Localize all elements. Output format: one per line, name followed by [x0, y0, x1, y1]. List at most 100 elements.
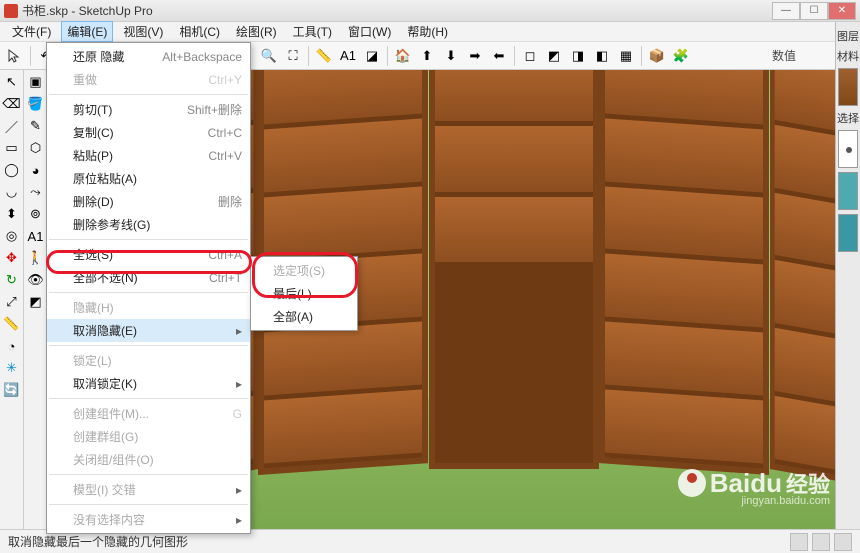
pager-icon[interactable]	[838, 130, 858, 168]
edit-menu-item[interactable]: 还原 隐藏Alt+Backspace	[47, 45, 250, 68]
menu-7[interactable]: 帮助(H)	[401, 21, 454, 42]
select-tool-icon[interactable]	[4, 45, 26, 67]
edit-menu-item[interactable]: 删除(D)删除	[47, 190, 250, 213]
edit-menu-item[interactable]: 取消锁定(K)▸	[47, 372, 250, 395]
titlebar: 书柜.skp - SketchUp Pro — ☐ ✕	[0, 0, 860, 22]
right-icon[interactable]: ➡	[464, 45, 486, 67]
layers-header[interactable]: 图层	[836, 26, 860, 46]
freehand-icon[interactable]: ✎	[26, 116, 46, 136]
style4-icon[interactable]: ◧	[591, 45, 613, 67]
material-swatch-1[interactable]	[838, 172, 858, 210]
look-icon[interactable]: 👁	[26, 270, 46, 290]
section2-icon[interactable]: ◩	[26, 292, 46, 312]
orbit2-icon[interactable]: 🔄	[2, 380, 22, 400]
measurements-label: 数值	[772, 47, 796, 64]
iso-icon[interactable]: 🏠	[392, 45, 414, 67]
status-icon-1[interactable]	[790, 533, 808, 551]
protractor-icon[interactable]: ◔	[2, 336, 22, 356]
select-header[interactable]: 选择	[836, 108, 860, 128]
warehouse-icon[interactable]: 📦	[646, 45, 668, 67]
unhide-submenu-item[interactable]: 最后(L)	[251, 282, 357, 305]
front-icon[interactable]: ⬇	[440, 45, 462, 67]
eraser-icon[interactable]: ⌫	[2, 94, 22, 114]
walk-icon[interactable]: 🚶	[26, 248, 46, 268]
text2-icon[interactable]: A1	[26, 226, 46, 246]
extension-icon[interactable]: 🧩	[670, 45, 692, 67]
section-icon[interactable]: ◪	[361, 45, 383, 67]
scale-icon[interactable]: ⤢	[2, 292, 22, 312]
tape-icon[interactable]: 📏	[2, 314, 22, 334]
style2-icon[interactable]: ◩	[543, 45, 565, 67]
edit-menu-item: 创建组件(M)...G	[47, 402, 250, 425]
push-icon[interactable]: ⬍	[2, 204, 22, 224]
menu-5[interactable]: 工具(T)	[287, 21, 338, 42]
rotate-icon[interactable]: ↻	[2, 270, 22, 290]
unhide-submenu: 选定项(S)最后(L)全部(A)	[250, 256, 358, 331]
edit-menu-item: 重做Ctrl+Y	[47, 68, 250, 91]
edit-menu-item: 没有选择内容▸	[47, 508, 250, 531]
follow-icon[interactable]: ⤳	[26, 182, 46, 202]
status-icon-3[interactable]	[834, 533, 852, 551]
status-icon-2[interactable]	[812, 533, 830, 551]
component-icon[interactable]: ▣	[26, 72, 46, 92]
edit-menu-item[interactable]: 剪切(T)Shift+删除	[47, 98, 250, 121]
back-icon[interactable]: ⬅	[488, 45, 510, 67]
edit-menu-item: 关闭组/组件(O)	[47, 448, 250, 471]
menu-2[interactable]: 视图(V)	[117, 21, 169, 42]
baidu-paw-icon	[678, 469, 706, 497]
material-swatch-2[interactable]	[838, 214, 858, 252]
edit-menu-item[interactable]: 全部不选(N)Ctrl+T	[47, 266, 250, 289]
edit-menu-item[interactable]: 原位粘贴(A)	[47, 167, 250, 190]
unhide-submenu-item: 选定项(S)	[251, 259, 357, 282]
edit-menu-item: 锁定(L)	[47, 349, 250, 372]
edit-menu-item[interactable]: 复制(C)Ctrl+C	[47, 121, 250, 144]
app-icon	[4, 4, 18, 18]
status-text: 取消隐藏最后一个隐藏的几何图形	[8, 533, 188, 550]
edit-menu-dropdown: 还原 隐藏Alt+Backspace重做Ctrl+Y 剪切(T)Shift+删除复…	[46, 42, 251, 534]
zoom-icon[interactable]: 🔍	[258, 45, 280, 67]
line-icon[interactable]: ／	[2, 116, 22, 136]
top-icon[interactable]: ⬆	[416, 45, 438, 67]
edit-menu-item[interactable]: 粘贴(P)Ctrl+V	[47, 144, 250, 167]
minimize-button[interactable]: —	[772, 2, 800, 20]
menu-1[interactable]: 编辑(E)	[61, 21, 113, 42]
edit-menu-item[interactable]: 取消隐藏(E)▸	[47, 319, 250, 342]
edit-menu-item: 模型(I) 交错▸	[47, 478, 250, 501]
edit-menu-item[interactable]: 全选(S)Ctrl+A	[47, 243, 250, 266]
left-toolbar-a: ↖ ⌫ ／ ▭ ◯ ◡ ⬍ ◎ ✥ ↻ ⤢ 📏 ◔ ✳ 🔄	[0, 70, 24, 529]
style5-icon[interactable]: ▦	[615, 45, 637, 67]
offset-icon[interactable]: ◎	[2, 226, 22, 246]
menu-6[interactable]: 窗口(W)	[342, 21, 397, 42]
maximize-button[interactable]: ☐	[800, 2, 828, 20]
pie-icon[interactable]: ◕	[26, 160, 46, 180]
watermark: Baidu经验 jingyan.baidu.com	[678, 467, 830, 499]
right-tray: 图层 材料 选择	[835, 22, 860, 529]
circle-icon[interactable]: ◯	[2, 160, 22, 180]
menu-3[interactable]: 相机(C)	[173, 21, 226, 42]
dimension-icon[interactable]: 📏	[313, 45, 335, 67]
window-title: 书柜.skp - SketchUp Pro	[22, 2, 772, 19]
rectangle-icon[interactable]: ▭	[2, 138, 22, 158]
offset2-icon[interactable]: ⊚	[26, 204, 46, 224]
edit-menu-item: 隐藏(H)	[47, 296, 250, 319]
arc-icon[interactable]: ◡	[2, 182, 22, 202]
materials-header[interactable]: 材料	[836, 46, 860, 66]
polygon-icon[interactable]: ⬡	[26, 138, 46, 158]
window-controls: — ☐ ✕	[772, 2, 856, 20]
unhide-submenu-item[interactable]: 全部(A)	[251, 305, 357, 328]
material-swatch-wood[interactable]	[838, 68, 858, 106]
paint2-icon[interactable]: 🪣	[26, 94, 46, 114]
text-icon[interactable]: A1	[337, 45, 359, 67]
select-icon[interactable]: ↖	[2, 72, 22, 92]
left-toolbar-b: ▣ 🪣 ✎ ⬡ ◕ ⤳ ⊚ A1 🚶 👁 ◩	[24, 70, 48, 529]
style1-icon[interactable]: ◻	[519, 45, 541, 67]
zoom-extents-icon[interactable]: ⛶	[282, 45, 304, 67]
edit-menu-item[interactable]: 删除参考线(G)	[47, 213, 250, 236]
style3-icon[interactable]: ◨	[567, 45, 589, 67]
close-button[interactable]: ✕	[828, 2, 856, 20]
axes-icon[interactable]: ✳	[2, 358, 22, 378]
menu-4[interactable]: 绘图(R)	[230, 21, 283, 42]
menu-0[interactable]: 文件(F)	[6, 21, 57, 42]
move-icon[interactable]: ✥	[2, 248, 22, 268]
edit-menu-item: 创建群组(G)	[47, 425, 250, 448]
